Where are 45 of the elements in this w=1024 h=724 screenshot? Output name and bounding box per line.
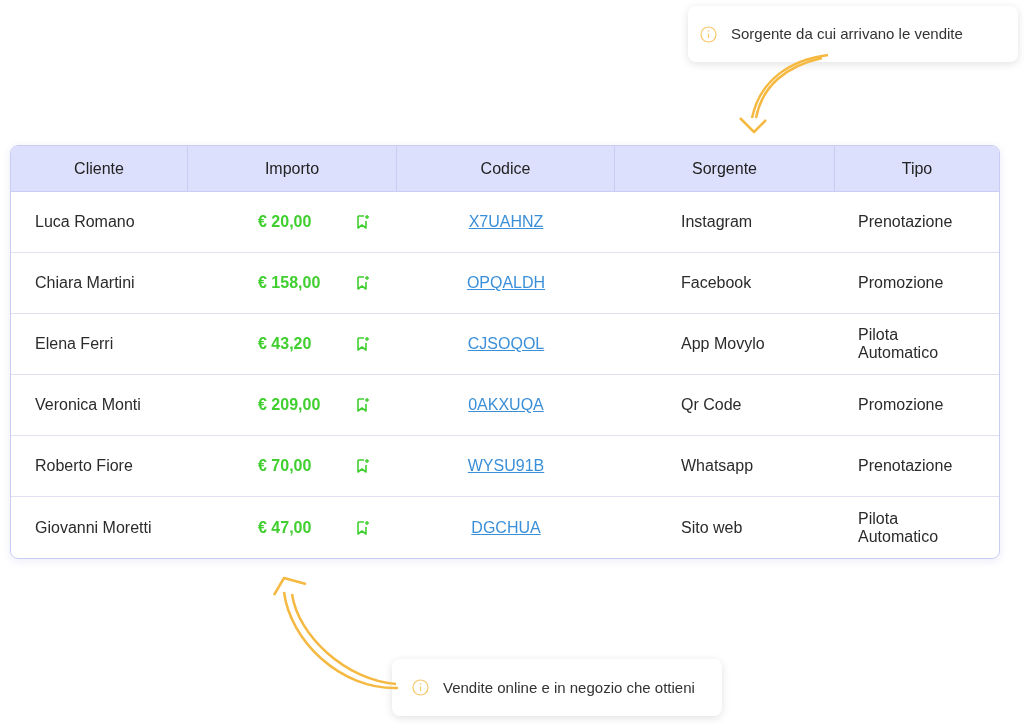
bookmark-plus-icon (356, 275, 370, 291)
amount-text: € 158,00 (258, 273, 322, 293)
table-cell: Elena Ferri (35, 335, 114, 352)
column-header: Importo (188, 146, 397, 191)
amount-text: € 70,00 (258, 456, 313, 476)
amount-text: € 43,20 (258, 334, 313, 354)
table-cell: Qr Code (681, 396, 742, 413)
column-header: Cliente (11, 146, 188, 191)
code-link[interactable]: DGCHUA (471, 518, 541, 536)
table-cell: Luca Romano (35, 213, 135, 230)
code-link[interactable]: WYSU91B (467, 457, 545, 474)
table-cell: Chiara Martini (35, 274, 135, 291)
code-link[interactable]: CJSOQOL (467, 335, 545, 352)
bookmark-plus-icon (356, 336, 370, 352)
column-header: Tipo (900, 158, 934, 179)
table-cell: Promozione (858, 274, 944, 292)
bookmark-plus-icon (356, 214, 370, 230)
info-icon (700, 25, 717, 43)
amount-text: € 209,00 (258, 395, 322, 415)
table-cell: Prenotazione (858, 213, 953, 231)
table-cell: Instagram (681, 213, 753, 230)
table-cell: Roberto Fiore (35, 457, 133, 474)
callout-text: Vendite online e in negozio che ottieni (443, 677, 695, 698)
table-cell: Pilota Automatico (858, 509, 939, 545)
code-link[interactable]: X7UAHNZ (468, 213, 544, 230)
bookmark-plus-icon (356, 458, 370, 474)
code-link[interactable]: OPQALDH (466, 274, 546, 291)
callout-text: Sorgente da cui arrivano le vendite (731, 23, 963, 44)
table-cell: Promozione (858, 396, 944, 414)
table-cell: Whatsapp (681, 457, 754, 474)
table-cell: Veronica Monti (35, 396, 141, 413)
bookmark-plus-icon (356, 397, 370, 413)
amount-text: € 20,00 (258, 212, 313, 232)
column-header: Sorgente (615, 146, 835, 191)
table-cell: Prenotazione (858, 457, 953, 475)
info-icon (412, 679, 429, 696)
table-cell: Giovanni Moretti (35, 518, 152, 536)
bookmark-plus-icon (356, 519, 370, 536)
code-link[interactable]: 0AKXUQA (468, 396, 544, 413)
table-cell: Pilota Automatico (858, 326, 939, 361)
table-cell: Sito web (681, 518, 743, 536)
column-header: Codice (397, 146, 615, 191)
table-cell: App Movylo (681, 335, 765, 352)
table-cell: Facebook (681, 274, 752, 291)
amount-text: € 47,00 (258, 517, 313, 538)
